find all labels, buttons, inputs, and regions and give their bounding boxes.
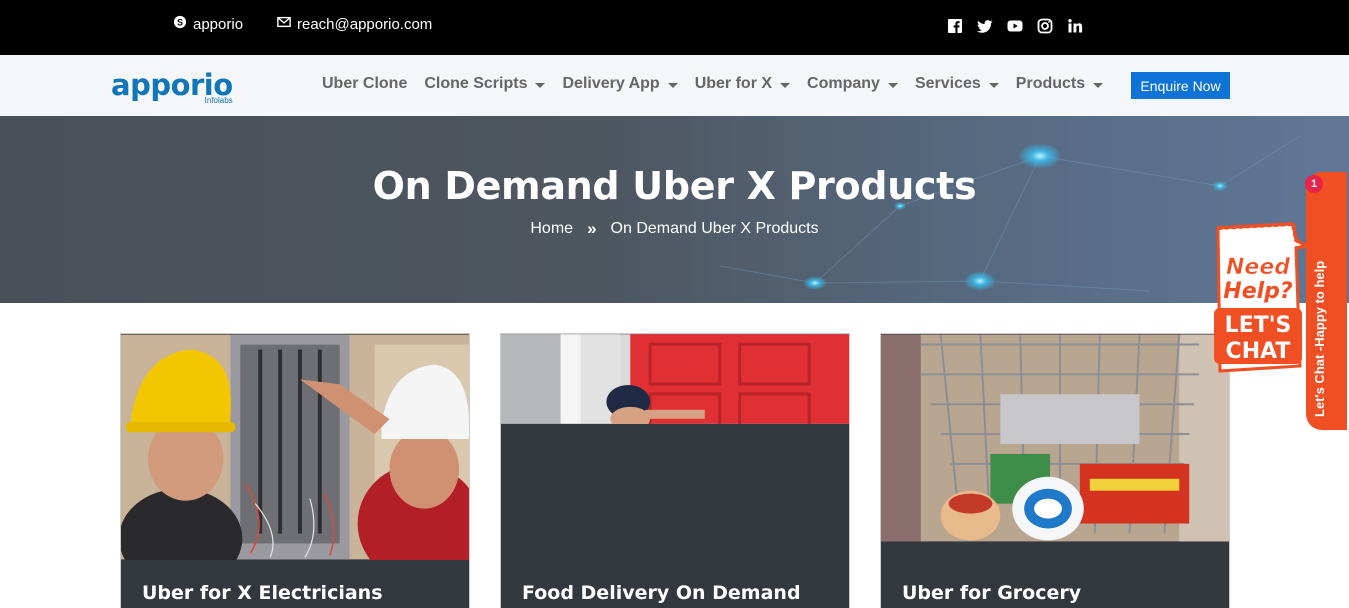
- nav-item-products[interactable]: Products: [1015, 75, 1104, 93]
- envelope-icon: [277, 15, 291, 33]
- nav-label: Delivery App: [562, 75, 660, 92]
- card-title: Uber for X Electricians: [142, 582, 383, 604]
- logo-subtext: Infolabs: [204, 96, 233, 105]
- email-contact[interactable]: reach@apporio.com: [277, 15, 432, 33]
- social-links: [947, 18, 1083, 34]
- main-navbar: apporio Infolabs Uber Clone Clone Script…: [0, 55, 1349, 116]
- double-chevron-right-icon: »: [587, 219, 597, 238]
- nav-item-company[interactable]: Company: [807, 75, 898, 93]
- nav-menu: Uber Clone Clone Scripts Delivery App Ub…: [322, 75, 1120, 93]
- product-card-grocery[interactable]: Uber for Grocery: [880, 333, 1230, 608]
- breadcrumb: Home » On Demand Uber X Products: [0, 219, 1349, 239]
- skype-icon: S: [173, 15, 187, 33]
- hero-banner: On Demand Uber X Products Home » On Dema…: [0, 116, 1349, 303]
- nav-item-services[interactable]: Services: [915, 75, 999, 93]
- nav-label: Company: [807, 75, 880, 92]
- nav-label: Products: [1015, 75, 1086, 92]
- nav-item-uber-clone[interactable]: Uber Clone: [322, 75, 407, 93]
- skype-label: apporio: [193, 15, 244, 33]
- page-title: On Demand Uber X Products: [372, 164, 977, 208]
- nav-label: Services: [914, 75, 981, 92]
- nav-item-clone-scripts[interactable]: Clone Scripts: [424, 75, 546, 93]
- product-card-electricians[interactable]: Uber for X Electricians: [120, 333, 470, 608]
- nav-label: Uber Clone: [322, 75, 408, 92]
- card-title: Food Delivery On Demand: [522, 582, 801, 604]
- caret-down-icon: [780, 82, 791, 88]
- logo-text: apporio: [111, 68, 233, 102]
- need-help-chat-bubble[interactable]: Need Help? LET'S CHAT: [1208, 216, 1308, 376]
- bubble-line-2: Help?: [1223, 279, 1293, 304]
- instagram-icon[interactable]: [1037, 18, 1053, 34]
- food-delivery-image: [501, 334, 849, 424]
- nav-label: Uber for X: [694, 75, 773, 92]
- caret-down-icon: [1093, 82, 1104, 88]
- chat-tab-label: Let's Chat -Happy to help: [1312, 260, 1327, 417]
- twitter-icon[interactable]: [977, 18, 993, 34]
- top-bar: S apporio reach@apporio.com: [0, 0, 1349, 55]
- caret-down-icon: [887, 82, 898, 88]
- nav-item-delivery-app[interactable]: Delivery App: [562, 75, 678, 93]
- youtube-icon[interactable]: [1007, 18, 1023, 34]
- bubble-line-4: CHAT: [1226, 339, 1291, 364]
- bubble-line-3: LET'S: [1225, 313, 1292, 338]
- lets-chat-tab[interactable]: Let's Chat -Happy to help: [1306, 172, 1347, 430]
- network-background: [719, 135, 1301, 292]
- svg-text:S: S: [177, 18, 183, 28]
- caret-down-icon: [535, 82, 546, 88]
- linkedin-icon[interactable]: [1067, 18, 1083, 34]
- nav-item-uber-for-x[interactable]: Uber for X: [694, 75, 791, 93]
- caret-down-icon: [988, 82, 999, 88]
- product-card-food-delivery[interactable]: Food Delivery On Demand: [500, 333, 850, 608]
- chat-notification-badge: 1: [1305, 175, 1323, 193]
- enquire-now-button[interactable]: Enquire Now: [1131, 72, 1230, 99]
- apporio-logo[interactable]: apporio Infolabs: [111, 68, 233, 106]
- email-label: reach@apporio.com: [297, 15, 433, 33]
- bubble-line-1: Need: [1226, 255, 1290, 280]
- nav-label: Clone Scripts: [424, 75, 528, 92]
- breadcrumb-home[interactable]: Home: [530, 220, 573, 238]
- caret-down-icon: [667, 82, 678, 88]
- facebook-icon[interactable]: [947, 18, 963, 34]
- skype-contact[interactable]: S apporio: [173, 15, 243, 33]
- electricians-image: [121, 334, 469, 560]
- grocery-image: [881, 334, 1229, 542]
- breadcrumb-current: On Demand Uber X Products: [610, 220, 819, 237]
- card-title: Uber for Grocery: [902, 582, 1082, 604]
